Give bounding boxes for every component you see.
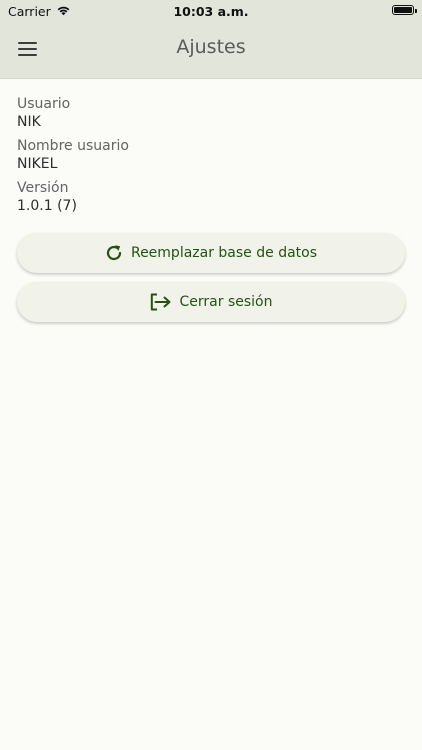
replace-database-button[interactable]: Reemplazar base de datos xyxy=(17,233,405,273)
username-value: NIKEL xyxy=(17,156,58,172)
refresh-icon xyxy=(105,244,123,262)
settings-content: Usuario NIK Nombre usuario NIKEL Versión… xyxy=(0,79,422,322)
info-username: Nombre usuario NIKEL xyxy=(17,137,405,173)
page-title: Ajustes xyxy=(176,36,246,58)
username-label: Nombre usuario xyxy=(17,138,129,154)
info-version: Versión 1.0.1 (7) xyxy=(17,179,405,215)
nav-bar: Ajustes xyxy=(0,22,422,79)
actions-group: Reemplazar base de datos Cerrar sesión xyxy=(17,233,405,322)
user-label: Usuario xyxy=(17,96,71,112)
status-time: 10:03 a.m. xyxy=(173,4,249,19)
logout-button[interactable]: Cerrar sesión xyxy=(17,282,405,322)
logout-icon xyxy=(150,293,172,311)
info-user: Usuario NIK xyxy=(17,95,405,131)
battery-level xyxy=(394,7,412,13)
version-value: 1.0.1 (7) xyxy=(17,198,77,214)
user-value: NIK xyxy=(17,114,41,130)
status-bar: Carrier 10:03 a.m. xyxy=(0,0,422,22)
battery-icon xyxy=(392,5,417,15)
version-label: Versión xyxy=(17,180,69,196)
replace-database-label: Reemplazar base de datos xyxy=(130,245,318,261)
logout-label: Cerrar sesión xyxy=(179,294,273,310)
